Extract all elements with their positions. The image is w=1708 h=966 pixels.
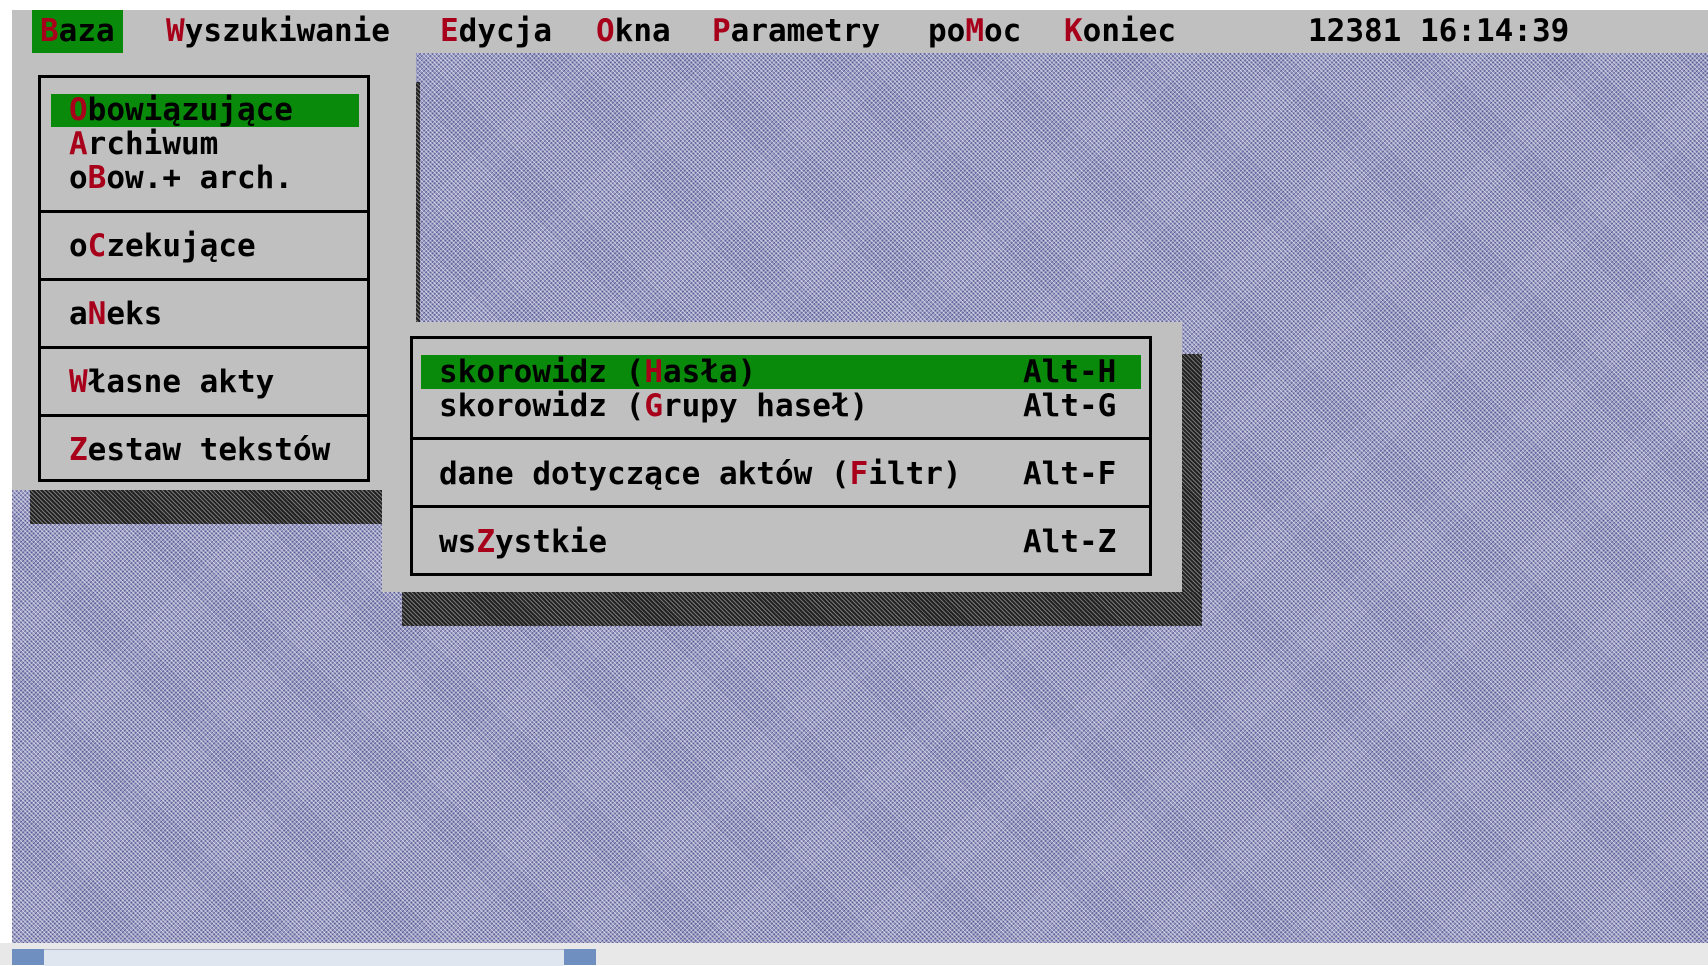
taskbar-segment: [44, 949, 564, 966]
menu-label-prefix: po: [928, 13, 966, 49]
menu-label: dycja: [458, 13, 552, 49]
menu-label: oniec: [1082, 13, 1176, 49]
item-label-prefix: a: [69, 296, 88, 332]
item-label: rupy haseł): [662, 388, 869, 424]
menu-baza[interactable]: Baza: [32, 10, 123, 53]
item-label: rchiwum: [87, 126, 219, 162]
menu-separator: [41, 414, 367, 417]
hotkey: G: [644, 388, 663, 424]
menu-separator: [41, 278, 367, 281]
hotkey: O: [69, 92, 88, 128]
dropdown-shadow: [30, 490, 384, 524]
menu-label: aza: [58, 13, 115, 49]
hotkey: Z: [69, 432, 88, 468]
hotkey: W: [69, 364, 88, 400]
item-label: eks: [106, 296, 163, 332]
menu-label: oc: [984, 13, 1022, 49]
taskbar-segment: [12, 949, 44, 965]
hotkey: B: [87, 160, 107, 196]
menu-parametry[interactable]: Parametry: [704, 10, 888, 53]
menu-separator: [413, 437, 1149, 440]
menu-item-obowiazujace[interactable]: Obowiązujące: [51, 94, 359, 127]
submenu-item-wszystkie[interactable]: wsZystkie Alt-Z: [421, 525, 1141, 559]
hotkey: K: [1064, 13, 1083, 49]
baza-dropdown-frame: Obowiązujące Archiwum oBow.+ arch. oCzek…: [38, 75, 370, 482]
submenu-shadow: [1182, 354, 1202, 626]
menu-okna[interactable]: Okna: [588, 10, 679, 53]
hotkey: H: [644, 354, 663, 390]
menu-edycja[interactable]: Edycja: [432, 10, 560, 53]
host-taskbar-strip: [0, 943, 1708, 966]
item-label-prefix: ws: [439, 524, 477, 560]
hotkey: F: [849, 456, 869, 492]
hotkey: O: [596, 13, 615, 49]
shortcut-label: Alt-H: [1023, 354, 1117, 390]
hotkey: E: [440, 13, 459, 49]
item-label: łasne akty: [87, 364, 275, 400]
menu-separator: [413, 505, 1149, 508]
hotkey: P: [712, 13, 731, 49]
menu-koniec[interactable]: Koniec: [1056, 10, 1184, 53]
menu-label: arametry: [730, 13, 880, 49]
taskbar-segment: [564, 949, 596, 965]
menu-wyszukiwanie[interactable]: Wyszukiwanie: [158, 10, 398, 53]
menu-separator: [41, 210, 367, 213]
search-submenu-frame: skorowidz (Hasła) Alt-H skorowidz (Grupy …: [410, 336, 1152, 576]
menu-bar: Baza Wyszukiwanie Edycja Okna Parametry …: [12, 10, 1708, 53]
item-label-prefix: skorowidz (: [439, 388, 645, 424]
hotkey: Z: [476, 524, 495, 560]
menu-item-wlasne-akty[interactable]: Własne akty: [51, 366, 359, 399]
shortcut-label: Alt-Z: [1023, 524, 1117, 560]
item-label: estaw tekstów: [87, 432, 331, 468]
menu-item-oczekujace[interactable]: oCzekujące: [51, 230, 359, 263]
item-label-prefix: dane dotyczące aktów (: [439, 456, 850, 492]
menu-label: kna: [614, 13, 671, 49]
dos-screen: Baza Wyszukiwanie Edycja Okna Parametry …: [12, 10, 1708, 943]
baza-dropdown: Obowiązujące Archiwum oBow.+ arch. oCzek…: [12, 53, 416, 490]
shortcut-label: Alt-G: [1023, 388, 1117, 424]
item-label: asła): [662, 354, 757, 390]
menu-item-aneks[interactable]: aNeks: [51, 298, 359, 331]
item-label: ow.+ arch.: [106, 160, 293, 196]
hotkey: M: [965, 13, 984, 49]
item-label-prefix: o: [69, 160, 88, 196]
item-label: iltr): [868, 456, 962, 492]
submenu-shadow: [402, 592, 1202, 626]
menu-label: yszukiwanie: [184, 13, 390, 49]
hotkey: A: [69, 126, 88, 162]
item-label: ystkie: [495, 524, 607, 560]
item-label-prefix: o: [69, 228, 88, 264]
submenu-item-grupy-hasel[interactable]: skorowidz (Grupy haseł) Alt-G: [421, 389, 1141, 423]
shortcut-label: Alt-F: [1023, 456, 1117, 492]
item-label: bowiązujące: [87, 92, 293, 128]
menu-separator: [41, 346, 367, 349]
hotkey: C: [87, 228, 107, 264]
submenu-item-filtr[interactable]: dane dotyczące aktów (Filtr) Alt-F: [421, 457, 1141, 491]
menu-item-archiwum[interactable]: Archiwum: [51, 128, 359, 161]
hotkey: N: [87, 296, 107, 332]
item-label-prefix: skorowidz (: [439, 354, 645, 390]
menu-pomoc[interactable]: poMoc: [920, 10, 1029, 53]
submenu-item-haslo[interactable]: skorowidz (Hasła) Alt-H: [421, 355, 1141, 389]
menu-item-zestaw-tekstow[interactable]: Zestaw tekstów: [51, 434, 359, 467]
hotkey: W: [166, 13, 185, 49]
menu-item-obow-arch[interactable]: oBow.+ arch.: [51, 162, 359, 195]
search-submenu: skorowidz (Hasła) Alt-H skorowidz (Grupy …: [382, 322, 1182, 592]
hotkey: B: [40, 13, 59, 49]
status-counter-clock: 12381 16:14:39: [1308, 13, 1570, 49]
item-label: zekujące: [106, 228, 256, 264]
